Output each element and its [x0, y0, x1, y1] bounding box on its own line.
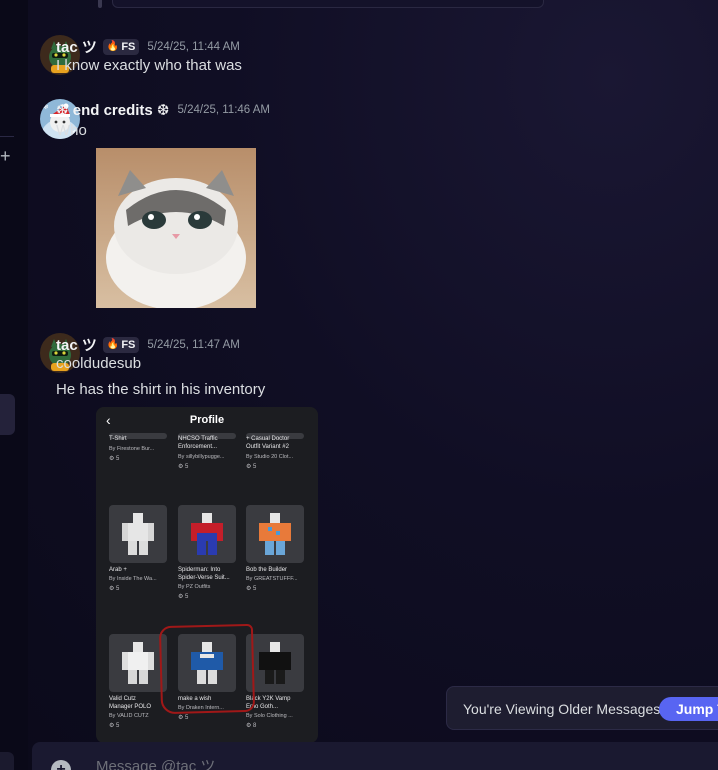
item-count: ⚙ 8 — [246, 723, 257, 729]
profile-title: Profile — [189, 414, 225, 426]
message-header: ❆ end credits ❆ 5/24/25, 11:46 AM — [56, 101, 270, 119]
message-text: Who — [56, 122, 87, 139]
item-thumbnail — [246, 634, 304, 692]
item-count: ⚙ 5 — [109, 456, 120, 462]
item-creator: By sillybillypugge... — [178, 454, 225, 460]
item-creator: By GREATSTUFFF... — [246, 576, 298, 582]
item-creator: By VALID CUTZ — [109, 713, 149, 719]
item-name: Spiderman: Into Spider-Verse Suit... — [178, 567, 230, 581]
item-creator: By Studio 20 Clot... — [246, 454, 294, 460]
clan-tag[interactable]: 🔥 FS — [102, 38, 140, 55]
username[interactable]: tac ツ — [56, 334, 97, 355]
message-input[interactable] — [96, 758, 596, 770]
timestamp: 5/24/25, 11:46 AM — [177, 104, 271, 116]
item-count: ⚙ 5 — [178, 464, 189, 470]
server-rail: + — [0, 0, 28, 770]
message-text: He has the shirt in his inventory — [56, 381, 266, 398]
profile-header: ‹ Profile — [96, 407, 318, 435]
message-text: cooldudesub — [56, 355, 142, 372]
rail-bottom — [0, 752, 14, 770]
svg-text:❄: ❄ — [43, 103, 49, 111]
message-text: I know exactly who that was — [56, 57, 242, 74]
item-name: Black Y2K Vamp Emo Goth... — [246, 696, 291, 710]
add-attachment-icon[interactable]: + — [51, 760, 71, 770]
item-name: Bob the Builder — [246, 567, 288, 573]
username[interactable]: ❆ end credits ❆ — [56, 101, 170, 119]
embed-accent — [98, 0, 102, 8]
timestamp: 5/24/25, 11:47 AM — [147, 338, 240, 351]
flame-icon: 🔥 — [106, 41, 120, 52]
message-composer: + — [32, 742, 718, 770]
red-circle-annotation — [158, 623, 256, 715]
cat-image-attachment[interactable] — [96, 148, 256, 308]
message-header: tac ツ 🔥 FS 5/24/25, 11:44 AM — [56, 36, 240, 57]
item-count: ⚙ 5 — [109, 586, 120, 592]
item-name: Arab + — [109, 567, 127, 573]
older-messages-label: You're Viewing Older Messages — [463, 701, 661, 717]
item-count: ⚙ 5 — [178, 715, 189, 721]
item-creator: By Solo Clothing ... — [246, 713, 293, 719]
item-creator: By Firestone Bur... — [109, 446, 155, 452]
item-count: ⚙ 5 — [178, 594, 189, 600]
item-thumbnail — [178, 505, 236, 563]
item-count: ⚙ 5 — [246, 586, 257, 592]
item-thumbnail — [246, 505, 304, 563]
older-messages-banner: You're Viewing Older Messages Jump To Pr… — [446, 686, 718, 730]
item-name: NHCSO Traffic Enforcement... — [178, 436, 218, 450]
clan-tag-label: FS — [121, 40, 136, 53]
username[interactable]: tac ツ — [56, 36, 97, 57]
rail-divider — [0, 136, 14, 137]
flame-icon: 🔥 — [106, 339, 120, 350]
previous-embed — [112, 0, 544, 8]
clan-tag-label: FS — [121, 338, 136, 351]
item-name: + Casual Doctor Outfit Variant #2 — [246, 436, 290, 450]
jump-to-present-button[interactable]: Jump To Present — [659, 697, 718, 721]
add-icon[interactable]: + — [0, 146, 11, 166]
clan-tag[interactable]: 🔥 FS — [102, 336, 140, 353]
item-count: ⚙ 5 — [109, 723, 120, 729]
item-creator: By Inside The Wa... — [109, 576, 157, 582]
timestamp: 5/24/25, 11:44 AM — [147, 40, 240, 53]
item-name: T-Shirt — [109, 436, 127, 442]
item-count: ⚙ 5 — [246, 464, 257, 470]
selected-channel-pill[interactable] — [0, 394, 15, 435]
item-thumbnail — [109, 505, 167, 563]
item-creator: By PZ Outfits — [178, 584, 211, 590]
message-header: tac ツ 🔥 FS 5/24/25, 11:47 AM — [56, 334, 240, 355]
